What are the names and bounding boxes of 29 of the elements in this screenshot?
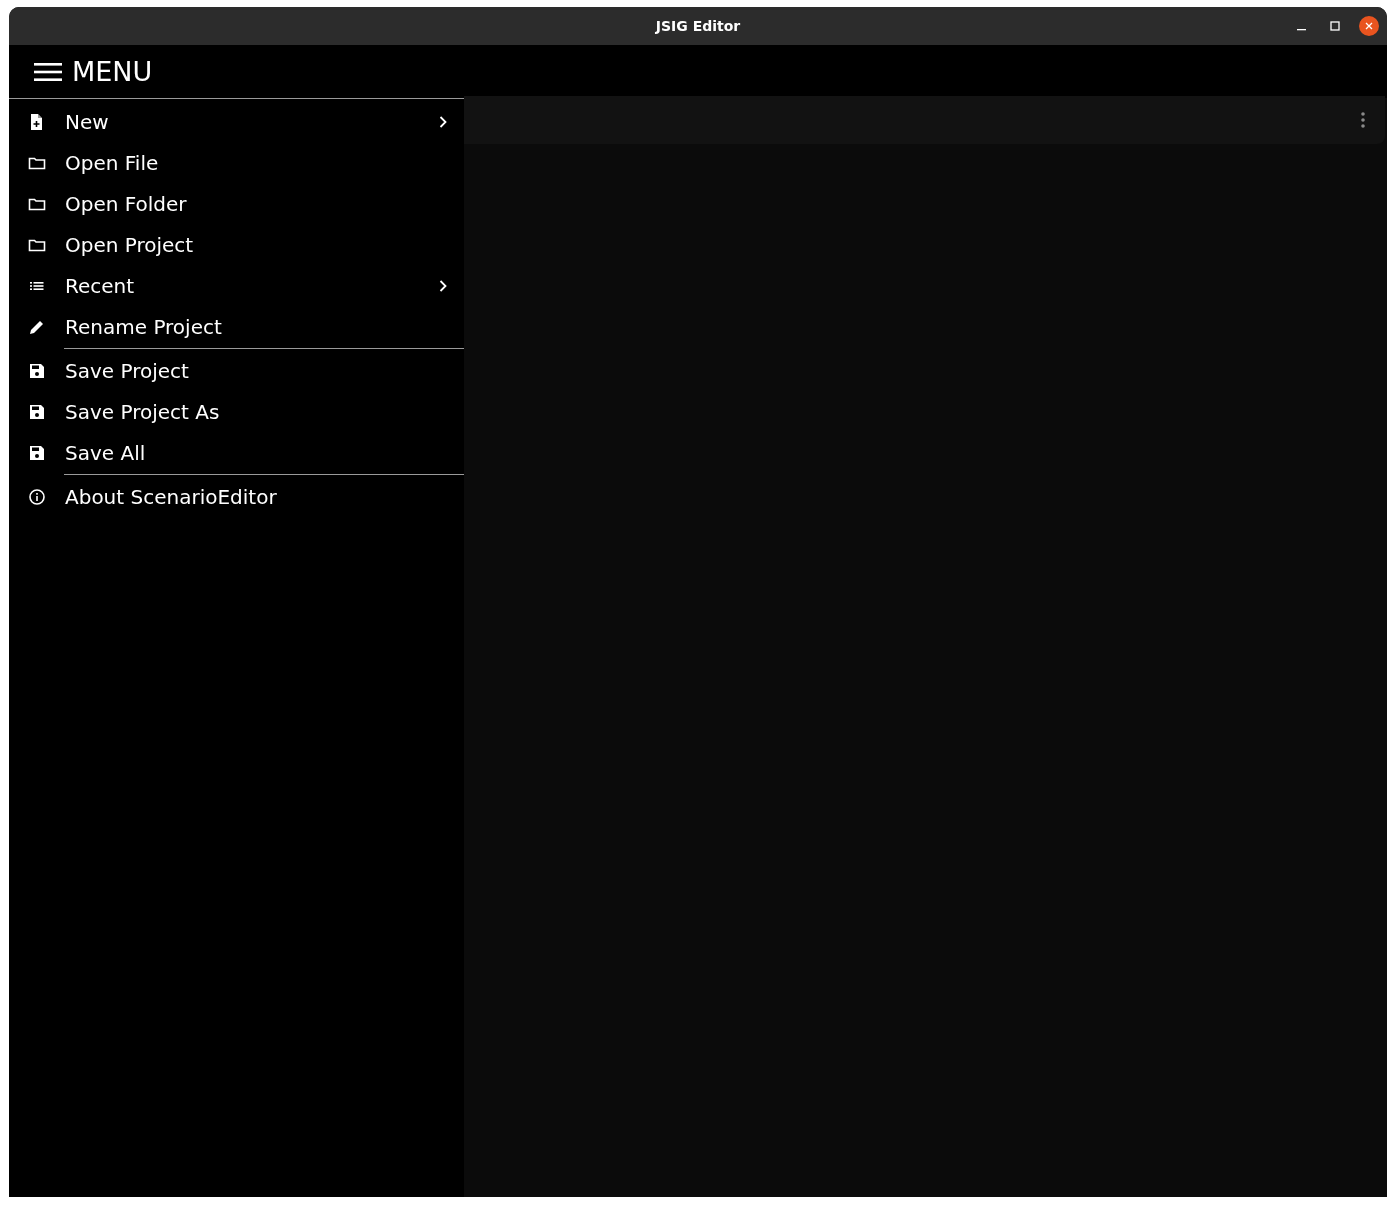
menu-item-label: About ScenarioEditor: [65, 483, 278, 511]
menu-item-label: Save Project As: [65, 398, 221, 426]
menu-item[interactable]: Save All: [9, 432, 464, 473]
menu-item[interactable]: Open File: [9, 142, 464, 183]
menu-item-label: Rename Project: [65, 313, 223, 341]
menu-item-label: Save Project: [65, 357, 190, 385]
menu-item-label: Open Project: [65, 231, 195, 259]
menu-item[interactable]: About ScenarioEditor: [9, 476, 464, 517]
menu-item-label: Open Folder: [65, 190, 188, 218]
menu-item[interactable]: New: [9, 101, 464, 142]
window-title: JSIG Editor: [655, 16, 741, 36]
menu-item[interactable]: Save Project: [9, 350, 464, 391]
minimize-icon: [1296, 29, 1306, 31]
more-options-icon[interactable]: [1361, 112, 1365, 128]
menu-item[interactable]: Open Project: [9, 224, 464, 265]
menu-title: MENU: [72, 58, 153, 85]
close-icon: [1364, 21, 1374, 31]
menu-icon[interactable]: [34, 61, 62, 82]
menu-item[interactable]: Rename Project: [9, 306, 464, 347]
menu-item[interactable]: Save Project As: [9, 391, 464, 432]
menu-item-label: Save All: [65, 439, 147, 467]
close-button[interactable]: [1359, 16, 1379, 36]
menu-item-label: New: [65, 108, 110, 136]
menu-item-label: Recent: [65, 272, 136, 300]
maximize-icon: [1330, 21, 1340, 31]
menu-item[interactable]: Open Folder: [9, 183, 464, 224]
menu-item-label: Open File: [65, 149, 160, 177]
menu-item[interactable]: Recent: [9, 265, 464, 306]
info-icon: [28, 487, 46, 506]
